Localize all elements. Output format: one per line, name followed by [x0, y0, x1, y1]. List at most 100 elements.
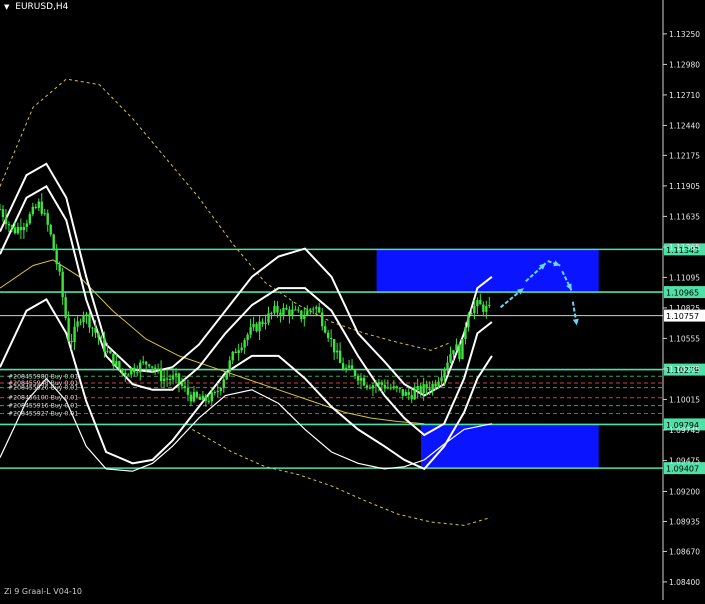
- candle-body: [303, 315, 306, 320]
- candle-body: [40, 201, 43, 214]
- candle-body: [243, 340, 246, 348]
- candle-body: [219, 388, 222, 392]
- candle-body: [28, 214, 32, 224]
- candle-body: [461, 338, 464, 360]
- candle-body: [73, 326, 76, 343]
- candle-body: [150, 366, 154, 368]
- candle-body: [407, 392, 410, 396]
- candle-body: [61, 271, 64, 298]
- candle-body: [368, 387, 372, 389]
- candle-body: [473, 306, 476, 314]
- candle-body: [315, 307, 318, 309]
- candle-body: [22, 226, 26, 231]
- candle-body: [365, 385, 369, 388]
- candle-body: [1, 209, 5, 218]
- candle-body: [350, 365, 354, 370]
- price-tag-label: 1.10965: [666, 289, 699, 298]
- candle-body: [347, 365, 351, 368]
- candle-body: [470, 313, 473, 315]
- candle-body: [329, 337, 333, 340]
- y-tick-label: 1.11095: [669, 273, 700, 282]
- candle-body: [252, 324, 255, 328]
- candle-body: [121, 368, 124, 373]
- candle-body: [359, 377, 363, 381]
- candle-body: [82, 315, 85, 323]
- candle-body: [189, 394, 193, 402]
- candle-body: [419, 385, 422, 394]
- candle-body: [124, 372, 127, 375]
- candle-body: [130, 367, 133, 375]
- candle-body: [85, 314, 88, 316]
- candle-body: [144, 361, 148, 365]
- dropdown-triangle-icon[interactable]: ▼: [4, 3, 9, 11]
- candle-body: [279, 312, 282, 315]
- candle-body: [404, 392, 407, 396]
- candle-body: [55, 250, 58, 265]
- order-label: #208455926 Buy 0.01: [8, 385, 78, 392]
- candle-body: [19, 227, 23, 231]
- candle-body: [398, 388, 401, 390]
- y-tick-label: 1.08400: [669, 578, 700, 587]
- y-tick-label: 1.12710: [669, 91, 700, 100]
- candle-body: [25, 223, 29, 227]
- candle-body: [324, 326, 327, 333]
- candle-body: [395, 386, 399, 389]
- candle-body: [147, 364, 151, 367]
- candle-body: [371, 385, 375, 389]
- y-tick-label: 1.09475: [669, 456, 700, 465]
- candle-body: [195, 392, 199, 397]
- y-tick-label: 1.13250: [669, 30, 700, 39]
- candle-body: [425, 384, 428, 389]
- candle-body: [139, 362, 142, 373]
- candle-body: [335, 350, 339, 353]
- y-tick-label: 1.11905: [669, 182, 700, 191]
- candle-body: [106, 350, 109, 352]
- candle-body: [118, 361, 121, 369]
- candle-body: [10, 225, 14, 228]
- candle-body: [326, 332, 330, 338]
- candle-body: [34, 206, 38, 208]
- candle-body: [4, 217, 8, 224]
- candle-body: [97, 332, 100, 338]
- candle-body: [288, 309, 291, 316]
- candle-body: [413, 390, 416, 400]
- candle-body: [276, 306, 279, 313]
- candle-body: [153, 367, 157, 370]
- candle-body: [443, 369, 446, 378]
- candle-body: [318, 307, 321, 313]
- candle-body: [309, 309, 312, 311]
- candle-body: [294, 309, 297, 311]
- candle-body: [204, 395, 208, 401]
- candle-body: [76, 321, 79, 327]
- candle-body: [43, 213, 46, 215]
- candle-body: [100, 337, 103, 339]
- candle-body: [440, 377, 443, 382]
- candle-body: [338, 350, 342, 364]
- candle-body: [103, 337, 106, 352]
- candle-body: [112, 353, 115, 366]
- candle-body: [79, 321, 82, 323]
- candle-body: [267, 313, 270, 323]
- candle-body: [356, 376, 360, 381]
- candle-body: [231, 351, 234, 361]
- candle-body: [482, 304, 485, 312]
- candle-body: [321, 312, 324, 327]
- chart-area: 1.11343 1.10965 1.10757 1.10279 1.09794 1.094…: [0, 0, 705, 600]
- candle-body: [488, 304, 491, 306]
- candle-body: [16, 227, 20, 234]
- candle-body: [362, 377, 366, 386]
- candle-body: [37, 201, 40, 208]
- target-zone-2: [421, 424, 599, 469]
- candle-body: [282, 307, 285, 315]
- candle-body: [198, 396, 202, 400]
- candle-body: [270, 312, 273, 314]
- candle-body: [58, 264, 61, 272]
- price-tag-label: 1.10757: [666, 312, 699, 321]
- y-tick-label: 1.10825: [669, 304, 700, 313]
- candle-body: [258, 321, 261, 332]
- candle-body: [246, 334, 249, 341]
- candle-body: [416, 385, 419, 391]
- price-chart: 1.113431.109651.107571.102791.097941.094…: [0, 0, 705, 600]
- candle-body: [228, 360, 231, 372]
- candle-body: [374, 384, 378, 386]
